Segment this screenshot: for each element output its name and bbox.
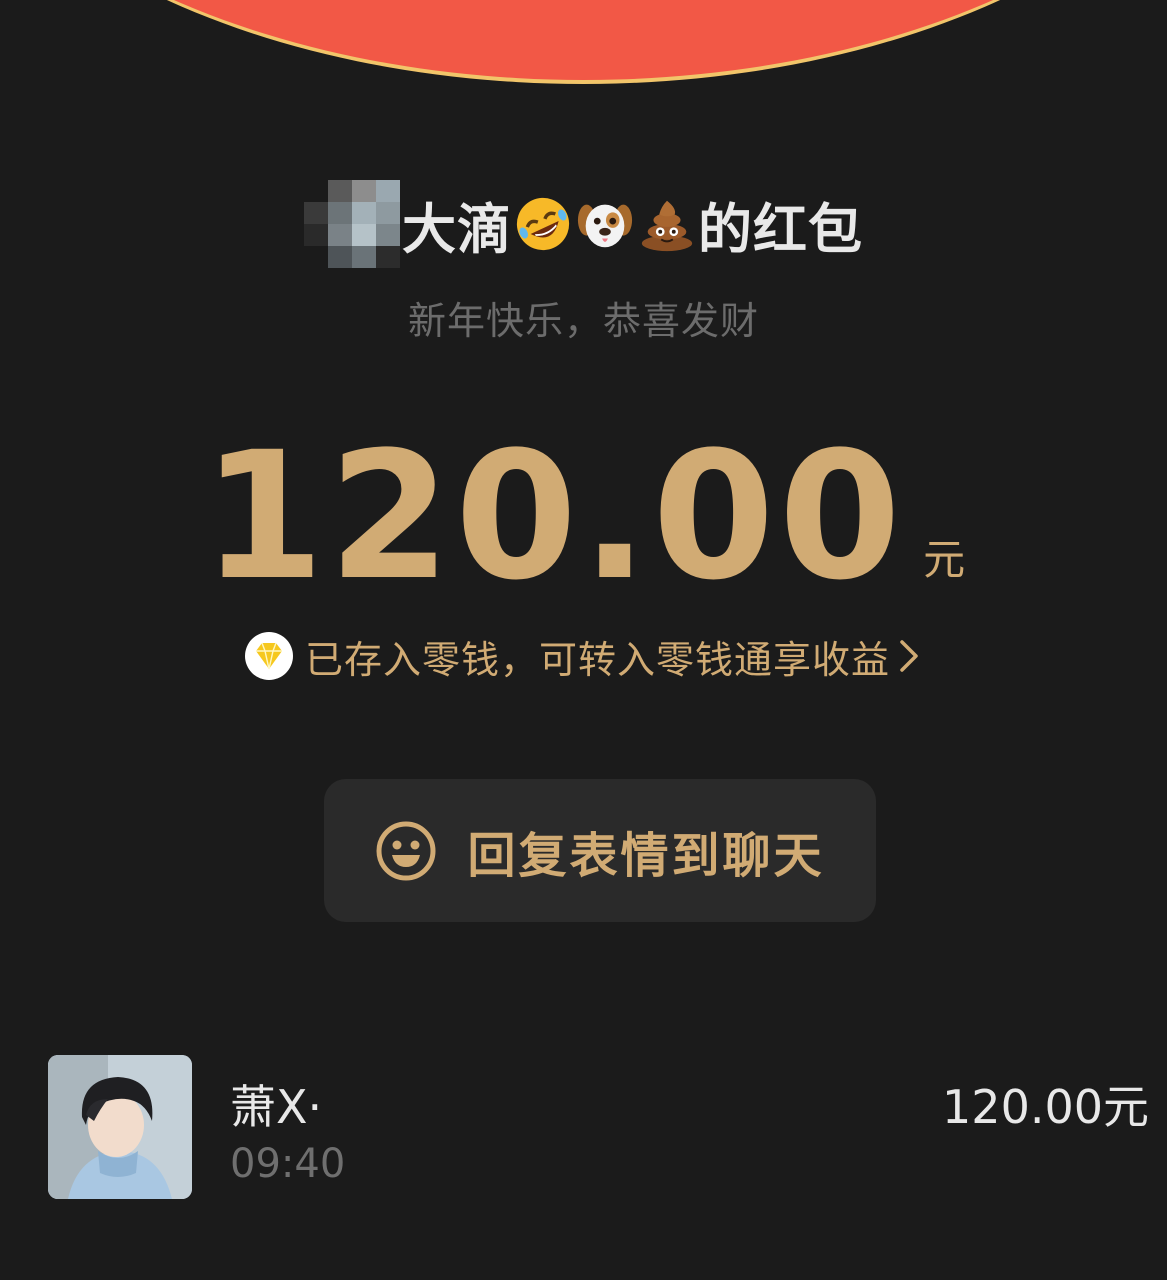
reply-button-label: 回复表情到聊天 — [467, 827, 825, 884]
red-packet-detail-page: 大滴 的红包 新年快乐，恭喜发财 120.00 元 已存入零钱，可转入零钱通享收… — [0, 0, 1167, 1280]
red-envelope-top — [0, 0, 1167, 84]
dog-face-emoji — [577, 204, 633, 248]
receiver-name: 萧X· — [230, 1080, 323, 1134]
amount-unit: 元 — [923, 535, 966, 584]
smile-icon — [376, 821, 436, 880]
diamond-icon — [244, 632, 293, 680]
red-packet-title-suffix: 的红包 — [698, 197, 863, 261]
amount-value: 120.00 — [201, 414, 906, 619]
reply-sticker-button[interactable]: 回复表情到聊天 — [324, 779, 876, 922]
receiver-avatar[interactable] — [48, 1055, 192, 1199]
rolling-laughing-emoji — [516, 197, 570, 251]
receiver-list-item[interactable]: 萧X· 09:40 120.00元 — [48, 1055, 1153, 1200]
deposit-notice-text: 已存入零钱，可转入零钱通享收益 — [304, 637, 890, 682]
sender-title: 大滴 的红包 — [0, 178, 1167, 270]
chevron-right-icon — [900, 640, 918, 672]
amount-display: 120.00 元 — [0, 425, 1167, 605]
blessing-message: 新年快乐，恭喜发财 — [407, 299, 759, 343]
deposit-notice-link[interactable]: 已存入零钱，可转入零钱通享收益 — [0, 628, 1167, 684]
censored-avatar-mosaic — [304, 180, 400, 268]
poop-emoji — [641, 200, 693, 252]
sender-name: 大滴 — [402, 197, 512, 261]
received-amount: 120.00元 — [942, 1080, 1149, 1134]
receive-time: 09:40 — [230, 1141, 346, 1187]
